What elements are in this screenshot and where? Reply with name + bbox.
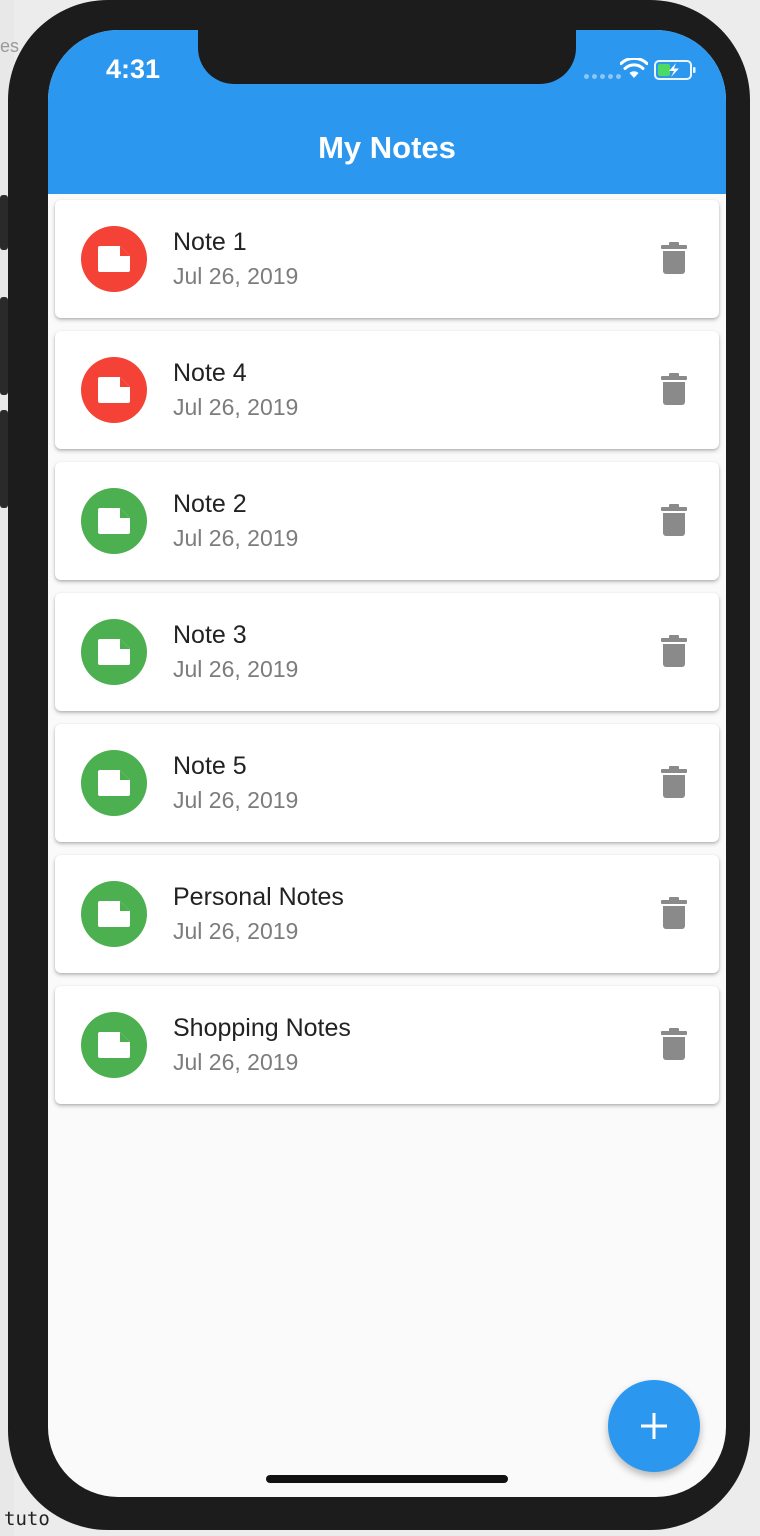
note-list-item[interactable]: Personal Notes Jul 26, 2019 [55, 855, 719, 973]
note-date: Jul 26, 2019 [173, 918, 299, 944]
page-title: My Notes [318, 130, 456, 165]
note-priority-avatar [81, 488, 147, 554]
trash-icon[interactable] [661, 635, 687, 667]
note-icon [98, 377, 130, 403]
background-tab-label: es [0, 36, 20, 56]
trash-icon[interactable] [661, 897, 687, 929]
trash-icon[interactable] [661, 373, 687, 405]
phone-frame: 4:31 My Notes Note 1 Jul 26, 2019 Note 4… [0, 0, 750, 1530]
note-date: Jul 26, 2019 [173, 656, 299, 682]
note-icon [98, 1032, 130, 1058]
note-date: Jul 26, 2019 [173, 787, 299, 813]
add-note-button[interactable] [608, 1380, 700, 1472]
note-title: Note 4 [173, 359, 247, 387]
note-list-item[interactable]: Note 3 Jul 26, 2019 [55, 593, 719, 711]
note-list-item[interactable]: Note 2 Jul 26, 2019 [55, 462, 719, 580]
volume-down-button [0, 410, 8, 508]
wifi-icon [620, 58, 648, 78]
note-date: Jul 26, 2019 [173, 263, 299, 289]
note-icon [98, 246, 130, 272]
note-priority-avatar [81, 226, 147, 292]
note-title: Note 2 [173, 490, 247, 518]
note-list-item[interactable]: Note 4 Jul 26, 2019 [55, 331, 719, 449]
note-title: Note 3 [173, 621, 247, 649]
trash-icon[interactable] [661, 504, 687, 536]
note-list-item[interactable]: Shopping Notes Jul 26, 2019 [55, 986, 719, 1104]
status-time: 4:31 [106, 54, 161, 84]
note-icon [98, 901, 130, 927]
note-title: Note 5 [173, 752, 247, 780]
note-date: Jul 26, 2019 [173, 525, 299, 551]
add-icon [641, 1413, 667, 1439]
note-icon [98, 770, 130, 796]
note-priority-avatar [81, 619, 147, 685]
note-priority-avatar [81, 750, 147, 816]
device-notch [198, 30, 576, 84]
battery-charging-icon [654, 60, 696, 80]
note-list-item[interactable]: Note 1 Jul 26, 2019 [55, 200, 719, 318]
mute-switch [0, 195, 8, 250]
note-priority-avatar [81, 881, 147, 947]
signal-icon [584, 74, 621, 79]
note-priority-avatar [81, 1012, 147, 1078]
trash-icon[interactable] [661, 242, 687, 274]
note-title: Shopping Notes [173, 1014, 351, 1042]
note-icon [98, 639, 130, 665]
note-date: Jul 26, 2019 [173, 1049, 299, 1075]
trash-icon[interactable] [661, 1028, 687, 1060]
note-date: Jul 26, 2019 [173, 394, 299, 420]
app-screen: 4:31 My Notes Note 1 Jul 26, 2019 Note 4… [48, 30, 726, 1497]
trash-icon[interactable] [661, 766, 687, 798]
note-list-item[interactable]: Note 5 Jul 26, 2019 [55, 724, 719, 842]
background-console-text: tuto [4, 1508, 50, 1530]
volume-up-button [0, 297, 8, 395]
home-indicator [266, 1475, 508, 1483]
note-title: Note 1 [173, 228, 247, 256]
note-title: Personal Notes [173, 883, 344, 911]
note-icon [98, 508, 130, 534]
note-priority-avatar [81, 357, 147, 423]
